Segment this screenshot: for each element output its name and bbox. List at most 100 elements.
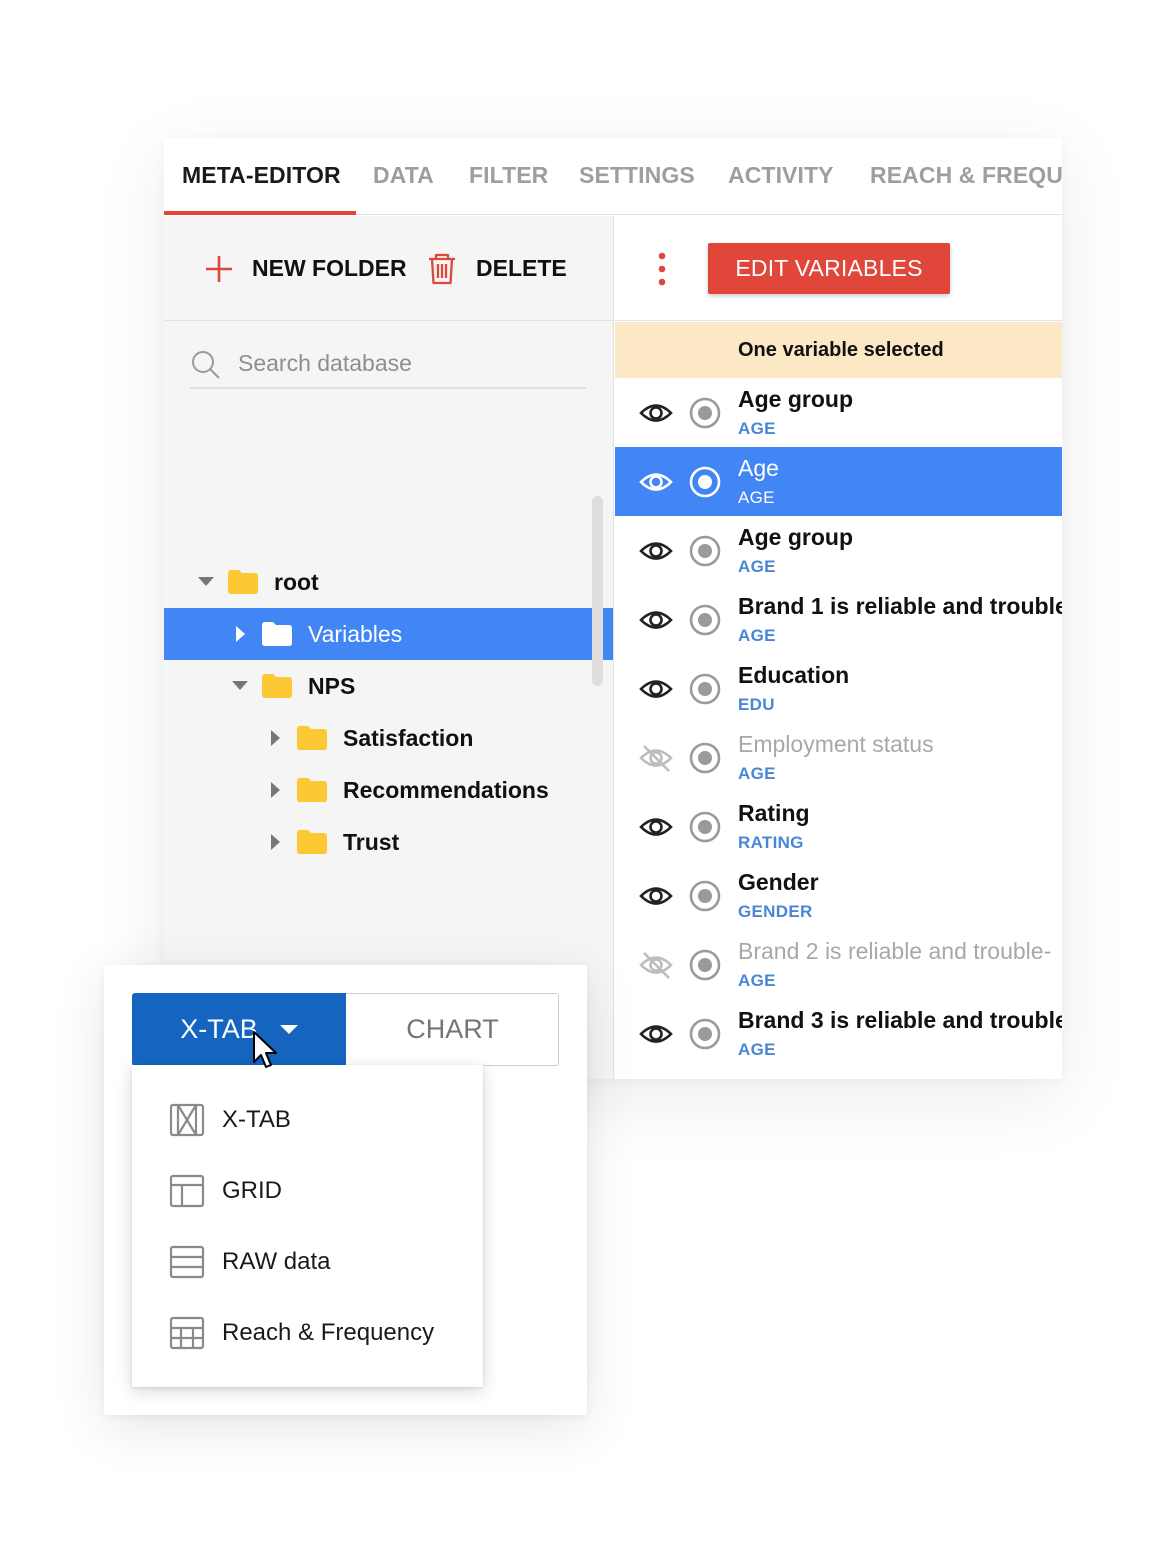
folder-icon — [297, 778, 327, 802]
search-box — [190, 343, 586, 389]
trash-icon — [429, 253, 455, 284]
search-input[interactable] — [238, 343, 578, 383]
tab-bar: META-EDITOR DATA FILTER SETTINGS ACTIVIT… — [164, 138, 1062, 215]
radio-icon[interactable] — [688, 879, 722, 913]
tab-meta-editor[interactable]: META-EDITOR — [182, 138, 341, 215]
tree-item-label: Trust — [343, 828, 400, 855]
search-icon — [192, 351, 220, 379]
variable-name: Rating — [738, 800, 810, 826]
raw-data-icon — [169, 1245, 205, 1278]
visibility-icon[interactable] — [639, 537, 673, 565]
radio-icon[interactable] — [688, 465, 722, 499]
radio-icon[interactable] — [688, 741, 722, 775]
menu-item-label: X-TAB — [222, 1105, 291, 1133]
new-folder-label: NEW FOLDER — [252, 255, 407, 281]
menu-item-label: Reach & Frequency — [222, 1318, 435, 1346]
tree-item-variables[interactable]: Variables — [164, 608, 613, 660]
variable-row[interactable]: Employment status AGE — [615, 723, 1062, 792]
caret-down-icon[interactable] — [232, 681, 248, 691]
variable-code: GENDER — [738, 902, 813, 921]
visibility-icon[interactable] — [639, 606, 673, 634]
tree-item-trust[interactable]: Trust — [164, 816, 613, 868]
tab-activity[interactable]: ACTIVITY — [728, 138, 834, 215]
variable-row[interactable]: Brand 1 is reliable and trouble- AGE — [615, 585, 1062, 654]
reach-frequency-icon — [169, 1316, 205, 1349]
variable-row[interactable]: Age AGE — [615, 447, 1062, 516]
tree-item-label: Variables — [308, 620, 403, 647]
caret-right-icon[interactable] — [236, 626, 246, 642]
caret-right-icon[interactable] — [271, 730, 281, 746]
xtab-icon — [169, 1103, 205, 1136]
more-vert-icon[interactable] — [657, 252, 667, 286]
radio-icon[interactable] — [688, 948, 722, 982]
radio-icon[interactable] — [688, 1017, 722, 1051]
visibility-off-icon[interactable] — [639, 951, 673, 979]
menu-item-label: RAW data — [222, 1247, 331, 1275]
variable-code: EDU — [738, 695, 775, 714]
menu-item-xtab[interactable]: X-TAB — [132, 1084, 483, 1155]
folder-icon — [262, 674, 292, 698]
menu-item-reach-frequency[interactable]: Reach & Frequency — [132, 1297, 483, 1368]
radio-icon[interactable] — [688, 672, 722, 706]
radio-icon[interactable] — [688, 396, 722, 430]
visibility-icon[interactable] — [639, 1020, 673, 1048]
plus-icon — [206, 255, 232, 282]
folder-icon — [228, 570, 258, 594]
visibility-icon[interactable] — [639, 468, 673, 496]
menu-item-raw-data[interactable]: RAW data — [132, 1226, 483, 1297]
chart-button[interactable]: CHART — [346, 994, 559, 1065]
variable-name: Education — [738, 662, 850, 688]
view-dropdown-menu: X-TAB GRID RAW data Reach & Frequency — [132, 1065, 483, 1387]
tree-item-label: NPS — [308, 672, 356, 699]
visibility-icon[interactable] — [639, 882, 673, 910]
tab-reach-frequency[interactable]: REACH & FREQUE — [870, 138, 1062, 215]
variable-row[interactable]: Age group AGE — [615, 378, 1062, 447]
tree-item-satisfaction[interactable]: Satisfaction — [164, 712, 613, 764]
variable-name: Employment status — [738, 731, 934, 757]
tab-settings[interactable]: SETTINGS — [579, 138, 695, 215]
menu-item-label: GRID — [222, 1176, 282, 1204]
variable-row[interactable]: Brand 2 is reliable and trouble- AGE — [615, 930, 1062, 999]
variable-name: Gender — [738, 869, 819, 895]
variable-code: AGE — [738, 557, 776, 576]
tree-item-label: Recommendations — [343, 776, 549, 803]
radio-icon[interactable] — [688, 534, 722, 568]
tree-item-root[interactable]: root — [164, 556, 613, 608]
variable-name: Brand 1 is reliable and trouble- — [738, 593, 1062, 619]
selection-banner: One variable selected — [615, 322, 1062, 378]
variable-row[interactable]: Brand 3 is reliable and trouble- AGE — [615, 999, 1062, 1068]
variable-code: AGE — [738, 764, 776, 783]
delete-button[interactable]: DELETE — [427, 216, 567, 321]
variable-name: Age group — [738, 524, 853, 550]
visibility-off-icon[interactable] — [639, 744, 673, 772]
variable-name: Brand 2 is reliable and trouble- — [738, 938, 1052, 964]
tab-filter[interactable]: FILTER — [469, 138, 548, 215]
tree-item-nps[interactable]: NPS — [164, 660, 613, 712]
radio-icon[interactable] — [688, 810, 722, 844]
variable-row[interactable]: Education EDU — [615, 654, 1062, 723]
visibility-icon[interactable] — [639, 675, 673, 703]
visibility-icon[interactable] — [639, 399, 673, 427]
variable-row[interactable]: Gender GENDER — [615, 861, 1062, 930]
radio-icon[interactable] — [688, 603, 722, 637]
caret-down-icon[interactable] — [198, 577, 214, 587]
new-folder-button[interactable]: NEW FOLDER — [204, 216, 407, 321]
caret-right-icon[interactable] — [271, 834, 281, 850]
visibility-icon[interactable] — [639, 813, 673, 841]
variable-row[interactable]: Rating RATING — [615, 792, 1062, 861]
menu-item-grid[interactable]: GRID — [132, 1155, 483, 1226]
grid-icon — [169, 1174, 205, 1207]
tree-item-label: Satisfaction — [343, 724, 474, 751]
edit-variables-button[interactable]: EDIT VARIABLES — [708, 243, 950, 294]
caret-right-icon[interactable] — [271, 782, 281, 798]
chevron-down-icon — [279, 1024, 298, 1034]
variable-row[interactable]: Age group AGE — [615, 516, 1062, 585]
variable-name: Brand 3 is reliable and trouble- — [738, 1007, 1062, 1033]
tree-scrollbar[interactable] — [592, 496, 603, 686]
xtab-dropdown-button[interactable]: X-TAB — [132, 993, 346, 1066]
tree-item-recommendations[interactable]: Recommendations — [164, 764, 613, 816]
tab-data[interactable]: DATA — [373, 138, 434, 215]
variable-code: AGE — [738, 971, 776, 990]
folder-icon — [262, 622, 292, 646]
folder-pane: NEW FOLDER DELETE root Var — [164, 216, 614, 1079]
